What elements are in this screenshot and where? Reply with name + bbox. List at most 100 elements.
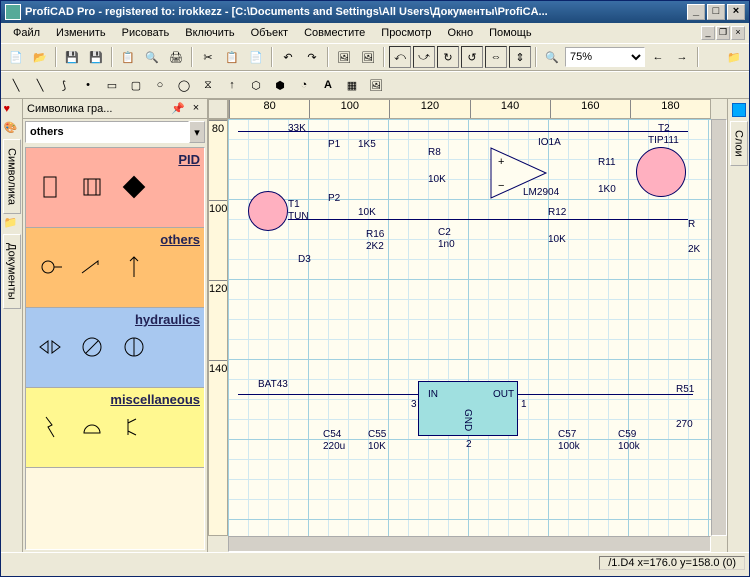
mdi-close-button[interactable]: × (731, 26, 745, 40)
close-button[interactable]: × (727, 4, 745, 20)
table-tool[interactable]: ▦ (341, 74, 363, 96)
save-as-button[interactable]: 💾 (85, 46, 107, 68)
rotate-90-button[interactable]: ↻ (437, 46, 459, 68)
zoom-select[interactable]: 75% (565, 47, 645, 67)
hourglass-tool[interactable]: ⧖ (197, 74, 219, 96)
rotate-right-button[interactable]: ⤻ (413, 46, 435, 68)
category-combo[interactable] (25, 121, 189, 143)
print-button[interactable]: 🖨 (165, 46, 187, 68)
category-hydraulics[interactable]: hydraulics (26, 308, 204, 388)
undo-button[interactable]: ↶ (277, 46, 299, 68)
menu-help[interactable]: Помощь (481, 25, 540, 41)
label-c59v: 100k (618, 441, 640, 452)
circle-tool[interactable]: ◯ (173, 74, 195, 96)
image-tool[interactable]: 🖼 (365, 74, 387, 96)
mdi-minimize-button[interactable]: _ (701, 26, 715, 40)
symbol-list[interactable]: PID others hydraulics miscellaneous (25, 147, 205, 550)
menu-draw[interactable]: Рисовать (114, 25, 178, 41)
category-miscellaneous[interactable]: miscellaneous (26, 388, 204, 468)
menu-include[interactable]: Включить (177, 25, 242, 41)
folder-side-icon[interactable]: 📁 (4, 216, 20, 232)
hydraulics-symbol-2[interactable] (80, 335, 104, 359)
pid-symbol-3[interactable] (122, 175, 146, 199)
minimize-button[interactable]: _ (687, 4, 705, 20)
label-r16v: 2K2 (366, 241, 384, 252)
back-button[interactable]: ← (647, 46, 669, 68)
redo-button[interactable]: ↷ (301, 46, 323, 68)
roundrect-tool[interactable]: ▢ (125, 74, 147, 96)
ruler-vertical: 80100120140 (208, 119, 228, 536)
label-t1v: TUN (288, 211, 309, 222)
ellipse-tool[interactable]: ○ (149, 74, 171, 96)
category-others[interactable]: others (26, 228, 204, 308)
fill-tool[interactable]: ⬢ (269, 74, 291, 96)
misc-symbol-3[interactable] (122, 415, 146, 439)
menu-window[interactable]: Окно (440, 25, 482, 41)
zoom-tool-button[interactable]: 🔍 (541, 46, 563, 68)
layers-icon[interactable] (732, 103, 746, 117)
pid-symbol-2[interactable] (80, 175, 104, 199)
scrollbar-vertical[interactable] (711, 119, 727, 536)
point-tool[interactable]: • (77, 74, 99, 96)
rotate-left-button[interactable]: ⤺ (389, 46, 411, 68)
arrow-tool[interactable]: ↑ (221, 74, 243, 96)
label-c2v: 1n0 (438, 239, 455, 250)
arc-tool[interactable]: ⟆ (53, 74, 75, 96)
sidebar-tab-layers[interactable]: Слои (730, 121, 748, 166)
menu-edit[interactable]: Изменить (48, 25, 114, 41)
image1-button[interactable]: 🖼 (333, 46, 355, 68)
misc-symbol-1[interactable] (38, 415, 62, 439)
menu-file[interactable]: Файл (5, 25, 48, 41)
label-pin1: 1 (521, 399, 527, 410)
rect-tool[interactable]: ▭ (101, 74, 123, 96)
label-r11: R11 (598, 157, 616, 168)
label-bat43: BAT43 (258, 379, 288, 390)
hydraulics-symbol-1[interactable] (38, 335, 62, 359)
pie-tool[interactable]: ◔ (293, 74, 315, 96)
others-symbol-1[interactable] (38, 255, 62, 279)
paste-button[interactable]: 📄 (245, 46, 267, 68)
left-sidebar-strip: ♥ 🎨 Символика 📁 Документы (1, 99, 23, 552)
copy-button[interactable]: 📋 (221, 46, 243, 68)
mdi-restore-button[interactable]: ❐ (716, 26, 730, 40)
flip-v-button[interactable]: ⇕ (509, 46, 531, 68)
drawing-canvas[interactable]: 33K P1 1K5 R8 10K IO1A LM2904 R11 1K0 T2… (228, 119, 711, 536)
cut-button[interactable]: ✂ (197, 46, 219, 68)
folder-button[interactable]: 📁 (723, 46, 745, 68)
save-button[interactable]: 💾 (61, 46, 83, 68)
menu-object[interactable]: Объект (243, 25, 296, 41)
image2-button[interactable]: 🖼 (357, 46, 379, 68)
palette-icon[interactable]: 🎨 (4, 121, 20, 137)
heart-icon[interactable]: ♥ (4, 103, 20, 119)
menu-align[interactable]: Совместите (296, 25, 373, 41)
copy-doc-button[interactable]: 📋 (117, 46, 139, 68)
forward-button[interactable]: → (671, 46, 693, 68)
open-button[interactable]: 📂 (29, 46, 51, 68)
misc-symbol-2[interactable] (80, 415, 104, 439)
panel-close-button[interactable]: × (189, 102, 203, 116)
label-p1: P1 (328, 139, 340, 150)
preview-button[interactable]: 🔍 (141, 46, 163, 68)
line-tool[interactable]: ╲ (5, 74, 27, 96)
new-button[interactable]: 📄 (5, 46, 27, 68)
sidebar-tab-symbols[interactable]: Символика (3, 139, 21, 214)
others-symbol-3[interactable] (122, 255, 146, 279)
canvas-area: 80100120140160180 80100120140 33K P1 1K5… (208, 99, 727, 552)
label-33k: 33K (288, 123, 306, 134)
text-tool[interactable]: A (317, 74, 339, 96)
polygon-tool[interactable]: ⬡ (245, 74, 267, 96)
menu-view[interactable]: Просмотр (373, 25, 439, 41)
sidebar-tab-documents[interactable]: Документы (3, 234, 21, 309)
svg-text:−: − (498, 180, 504, 192)
scrollbar-horizontal[interactable] (228, 536, 711, 552)
hydraulics-symbol-3[interactable] (122, 335, 146, 359)
others-symbol-2[interactable] (80, 255, 104, 279)
category-pid[interactable]: PID (26, 148, 204, 228)
maximize-button[interactable]: □ (707, 4, 725, 20)
pid-symbol-1[interactable] (38, 175, 62, 199)
combo-dropdown-button[interactable]: ▾ (189, 121, 205, 143)
pin-icon[interactable]: 📌 (171, 102, 185, 115)
polyline-tool[interactable]: ╲ (29, 74, 51, 96)
flip-h-button[interactable]: ⇔ (485, 46, 507, 68)
rotate-270-button[interactable]: ↺ (461, 46, 483, 68)
